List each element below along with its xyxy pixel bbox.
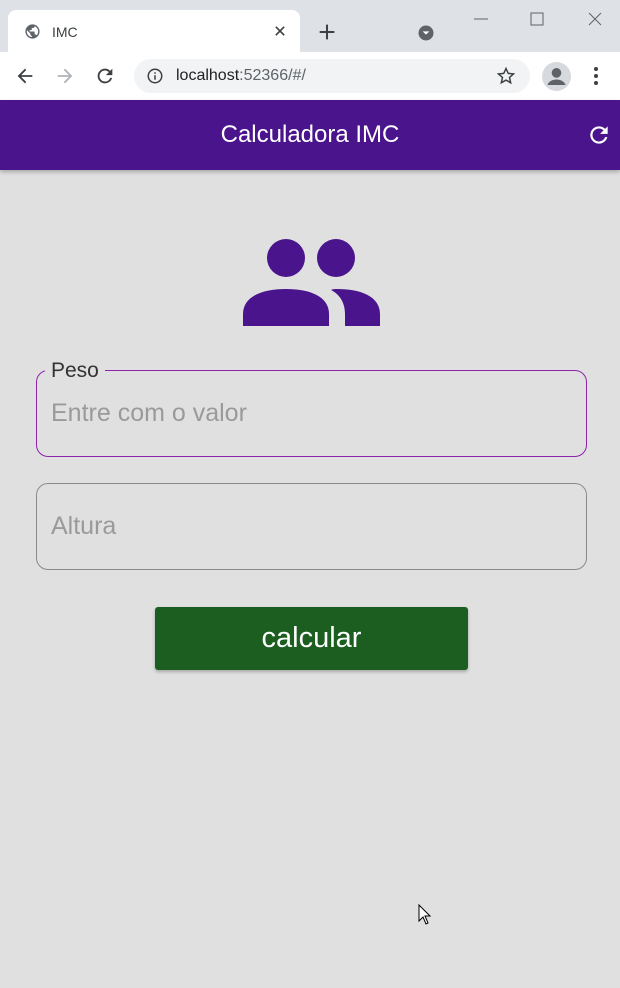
- browser-tab[interactable]: IMC: [8, 10, 300, 52]
- info-icon[interactable]: [146, 67, 164, 85]
- back-arrow-icon[interactable]: [14, 65, 36, 87]
- bookmark-star-icon[interactable]: [496, 66, 516, 86]
- profile-avatar[interactable]: [542, 62, 571, 91]
- refresh-icon[interactable]: [586, 122, 612, 148]
- url-text[interactable]: localhost:52366/#/: [176, 67, 306, 85]
- mouse-cursor-icon: [418, 904, 432, 925]
- peso-field[interactable]: Peso: [36, 360, 587, 457]
- minimize-icon[interactable]: [472, 10, 490, 28]
- globe-icon: [25, 24, 40, 39]
- altura-input[interactable]: [51, 484, 571, 568]
- reload-icon[interactable]: [94, 65, 116, 87]
- window-close-icon[interactable]: [586, 10, 604, 28]
- browser-toolbar: localhost:52366/#/: [0, 52, 620, 100]
- calcular-button[interactable]: calcular: [155, 607, 468, 670]
- maximize-icon[interactable]: [528, 10, 546, 28]
- people-icon: [243, 239, 380, 326]
- person-icon: [547, 68, 566, 85]
- url-host: localhost: [176, 67, 240, 84]
- altura-field[interactable]: [36, 483, 587, 570]
- address-bar[interactable]: localhost:52366/#/: [134, 59, 530, 93]
- forward-arrow-icon[interactable]: [54, 65, 76, 87]
- app-bar: Calculadora IMC: [0, 100, 620, 170]
- tab-title: IMC: [52, 24, 78, 40]
- page-title: Calculadora IMC: [220, 121, 400, 148]
- peso-input[interactable]: [51, 371, 571, 455]
- browser-tabstrip: IMC: [0, 0, 620, 52]
- plus-icon[interactable]: [316, 21, 338, 43]
- url-path: :52366/#/: [239, 67, 306, 84]
- more-vert-icon[interactable]: [588, 65, 604, 87]
- close-icon[interactable]: [270, 21, 290, 41]
- tab-search-icon[interactable]: [416, 23, 436, 43]
